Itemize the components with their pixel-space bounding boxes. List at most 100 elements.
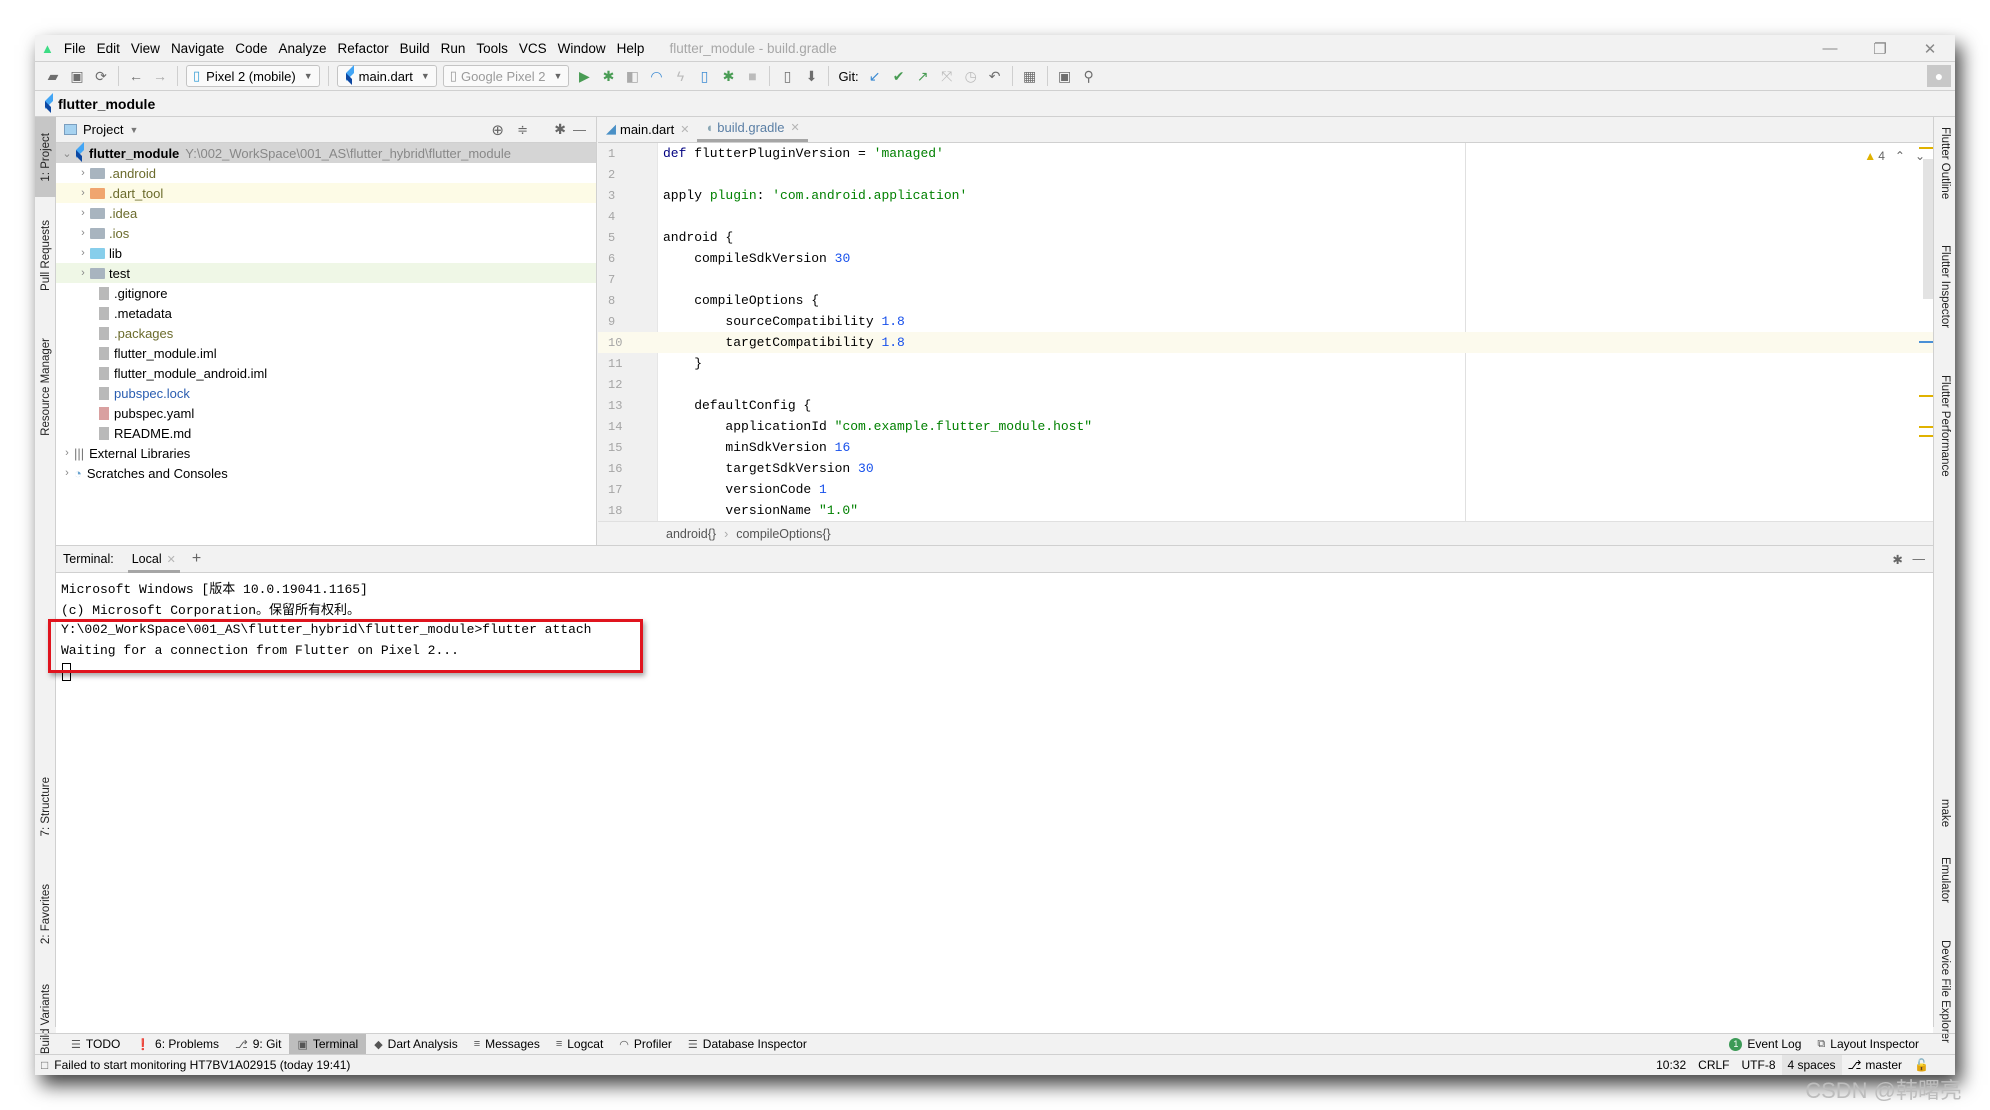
code-line[interactable]: 14 applicationId "com.example.flutter_mo…	[598, 416, 1933, 437]
tool-dart-analysis[interactable]: ◆ Dart Analysis	[366, 1034, 466, 1055]
tool-tab-flutter-performance[interactable]: Flutter Performance	[1934, 375, 1955, 477]
tree-root[interactable]: ⌄ flutter_module Y:\002_WorkSpace\001_AS…	[56, 143, 596, 163]
chevron-right-icon[interactable]: ›	[60, 447, 74, 459]
tree-item-test[interactable]: › test	[56, 263, 596, 283]
apply-changes-icon[interactable]: ϟ	[668, 65, 692, 87]
project-structure-icon[interactable]: ▦	[1018, 65, 1042, 87]
chevron-down-icon[interactable]: ▼	[129, 125, 138, 135]
tool-tab-make[interactable]: make	[1934, 799, 1955, 827]
code-line[interactable]: 1 def flutterPluginVersion = 'managed'	[598, 143, 1933, 164]
code-line[interactable]: 13 defaultConfig {	[598, 395, 1933, 416]
breadcrumb-android[interactable]: android{}	[666, 527, 716, 541]
status-message[interactable]: Failed to start monitoring HT7BV1A02915 …	[54, 1058, 350, 1072]
tool-tab-device-file-explorer[interactable]: Device File Explorer	[1934, 940, 1955, 1043]
code-line[interactable]: 18 versionName "1.0"	[598, 500, 1933, 521]
close-icon[interactable]: ✕	[1905, 35, 1955, 62]
tool-tab-resource-manager[interactable]: Resource Manager	[35, 317, 56, 457]
tool-layout-inspector[interactable]: ⧉ Layout Inspector	[1809, 1034, 1927, 1055]
menu-view[interactable]: View	[131, 41, 160, 56]
account-icon[interactable]: ●	[1927, 65, 1951, 87]
code-line[interactable]: 11 }	[598, 353, 1933, 374]
menu-file[interactable]: File	[64, 41, 86, 56]
tool-event-log[interactable]: 1 Event Log	[1721, 1034, 1809, 1055]
tab-main-dart[interactable]: ◢ main.dart ✕	[598, 116, 697, 142]
code-line[interactable]: 15 minSdkVersion 16	[598, 437, 1933, 458]
chevron-right-icon[interactable]: ›	[76, 227, 90, 239]
menu-window[interactable]: Window	[558, 41, 606, 56]
menu-navigate[interactable]: Navigate	[171, 41, 224, 56]
scrollbar[interactable]	[1923, 159, 1933, 299]
code-line[interactable]: 9 sourceCompatibility 1.8	[598, 311, 1933, 332]
tool-messages[interactable]: ≡ Messages	[466, 1034, 548, 1055]
chevron-right-icon[interactable]: ›	[76, 207, 90, 219]
chevron-right-icon[interactable]: ›	[76, 247, 90, 259]
back-icon[interactable]: ←	[124, 65, 148, 87]
tool-tab-project[interactable]: 1: Project	[35, 117, 56, 197]
caret-position[interactable]: 10:32	[1650, 1055, 1692, 1076]
forward-icon[interactable]: →	[148, 65, 172, 87]
chevron-right-icon[interactable]: ›	[76, 267, 90, 279]
git-update-icon[interactable]: ↙	[863, 65, 887, 87]
sdk-manager-icon[interactable]: ⬇	[799, 65, 823, 87]
menu-run[interactable]: Run	[441, 41, 466, 56]
line-separator[interactable]: CRLF	[1692, 1055, 1735, 1076]
tree-item-ios[interactable]: › .ios	[56, 223, 596, 243]
avd-manager-icon[interactable]: ▯	[775, 65, 799, 87]
menu-code[interactable]: Code	[235, 41, 267, 56]
settings-gear-icon[interactable]: ✱	[554, 121, 566, 138]
tree-item-android-iml[interactable]: flutter_module_android.iml	[56, 363, 596, 383]
tool-git[interactable]: ⎇ 9: Git	[227, 1034, 289, 1055]
tree-item-android[interactable]: › .android	[56, 163, 596, 183]
indent-setting[interactable]: 4 spaces	[1781, 1054, 1842, 1075]
hide-panel-icon[interactable]: —	[1913, 552, 1926, 566]
save-icon[interactable]: ▣	[65, 65, 89, 87]
chevron-down-icon[interactable]: ⌄	[60, 147, 74, 160]
rollback-icon[interactable]: ↶	[983, 65, 1007, 87]
navbar-project-name[interactable]: flutter_module	[58, 96, 155, 112]
tool-logcat[interactable]: ≡ Logcat	[548, 1034, 611, 1055]
code-line[interactable]: 2	[598, 164, 1933, 185]
menu-refactor[interactable]: Refactor	[338, 41, 389, 56]
tree-item-dart-tool[interactable]: › .dart_tool	[56, 183, 596, 203]
breadcrumb-compile-options[interactable]: compileOptions{}	[736, 527, 831, 541]
tool-problems[interactable]: ❗ 6: Problems	[128, 1034, 227, 1055]
new-terminal-icon[interactable]: +	[192, 550, 201, 568]
menu-build[interactable]: Build	[400, 41, 430, 56]
tab-build-gradle[interactable]: ◖ build.gradle ✕	[697, 116, 808, 142]
code-line[interactable]: 17 versionCode 1	[598, 479, 1933, 500]
status-toggle-icon[interactable]: □	[41, 1058, 48, 1072]
restore-icon[interactable]: ❐	[1855, 35, 1905, 62]
terminal-output[interactable]: Microsoft Windows [版本 10.0.19041.1165] (…	[48, 573, 1933, 681]
tree-item-packages[interactable]: .packages	[56, 323, 596, 343]
attach-debugger-icon[interactable]: ✱	[716, 65, 740, 87]
stop-icon[interactable]: ■	[740, 65, 764, 87]
close-tab-icon[interactable]: ✕	[167, 553, 176, 566]
code-line[interactable]: 16 targetSdkVersion 30	[598, 458, 1933, 479]
tree-item-readme[interactable]: README.md	[56, 423, 596, 443]
tree-item-metadata[interactable]: .metadata	[56, 303, 596, 323]
git-history-icon[interactable]: ◷	[959, 65, 983, 87]
git-merge-icon[interactable]: ⤧	[935, 65, 959, 87]
tool-tab-flutter-inspector[interactable]: Flutter Inspector	[1934, 245, 1955, 328]
git-commit-icon[interactable]: ✔	[887, 65, 911, 87]
tool-tab-structure[interactable]: 7: Structure	[35, 757, 56, 857]
tool-profiler[interactable]: ◠ Profiler	[611, 1034, 680, 1055]
menu-help[interactable]: Help	[617, 41, 645, 56]
debug-icon[interactable]: ✱	[596, 65, 620, 87]
code-line[interactable]: 6 compileSdkVersion 30	[598, 248, 1933, 269]
code-line[interactable]: 4	[598, 206, 1933, 227]
git-branch[interactable]: ⎇ master	[1842, 1055, 1909, 1076]
tool-todo[interactable]: ☰ TODO	[63, 1034, 128, 1055]
run-config-dropdown[interactable]: main.dart ▼	[336, 65, 437, 87]
open-folder-icon[interactable]: ▰	[41, 65, 65, 87]
locate-icon[interactable]: ⊕	[491, 121, 504, 139]
menu-vcs[interactable]: VCS	[519, 41, 547, 56]
close-tab-icon[interactable]: ✕	[791, 121, 800, 134]
code-line[interactable]: 12	[598, 374, 1933, 395]
tool-tab-flutter-outline[interactable]: Flutter Outline	[1934, 127, 1955, 199]
search-icon[interactable]: ⚲	[1077, 65, 1101, 87]
tool-tab-pull-requests[interactable]: Pull Requests	[35, 205, 56, 305]
device-dropdown-disabled[interactable]: ▯ Google Pixel 2 ▼	[442, 65, 570, 87]
chevron-right-icon[interactable]: ›	[60, 467, 74, 479]
close-tab-icon[interactable]: ✕	[680, 123, 689, 136]
